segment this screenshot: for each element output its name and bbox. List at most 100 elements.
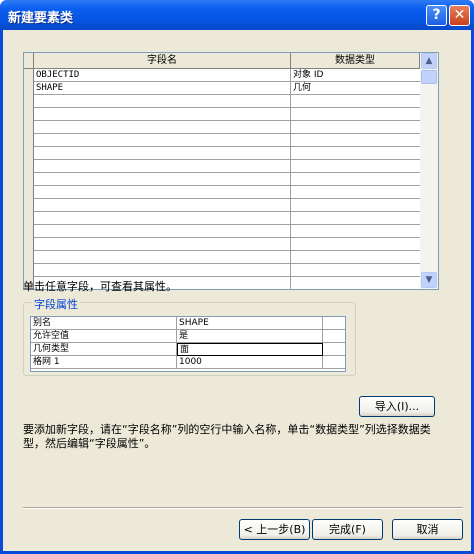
table-row-empty[interactable] [24,212,420,225]
table-row-empty[interactable] [24,160,420,173]
field-name-cell[interactable] [34,134,291,147]
row-header[interactable] [24,82,34,95]
field-name-cell[interactable]: SHAPE [34,82,291,95]
finish-button[interactable]: 完成(F) [312,519,383,540]
scroll-up-icon[interactable]: ▲ [421,53,437,69]
prop-value[interactable]: 1000 [177,356,323,369]
row-header[interactable] [24,264,34,277]
prop-row[interactable]: 别名 SHAPE [31,317,345,330]
data-type-cell[interactable] [291,225,420,238]
table-row-empty[interactable] [24,251,420,264]
table-row-empty[interactable] [24,121,420,134]
data-type-cell[interactable] [291,95,420,108]
header-field-name[interactable]: 字段名 [34,53,291,69]
data-type-cell[interactable]: 几何 [291,82,420,95]
data-type-cell[interactable] [291,212,420,225]
field-name-cell[interactable] [34,251,291,264]
data-type-cell[interactable] [291,264,420,277]
close-button[interactable]: ✕ [449,5,470,26]
row-header[interactable] [24,134,34,147]
back-button[interactable]: < 上一步(B) [239,519,310,540]
prop-extra [323,317,345,330]
table-row[interactable]: OBJECTID 对象 ID [24,69,420,82]
row-header[interactable] [24,186,34,199]
prop-row[interactable]: 格网 1 1000 [31,356,345,369]
data-type-cell[interactable] [291,134,420,147]
field-name-cell[interactable] [34,199,291,212]
row-header[interactable] [24,173,34,186]
header-data-type[interactable]: 数据类型 [291,53,420,69]
data-type-cell[interactable] [291,108,420,121]
data-type-cell[interactable]: 对象 ID [291,69,420,82]
row-header[interactable] [24,199,34,212]
hint-text: 单击任意字段，可查看其属性。 [23,280,177,293]
prop-row[interactable]: 允许空值 是 [31,330,345,343]
data-type-cell[interactable] [291,186,420,199]
title-bar[interactable]: 新建要素类 ? ✕ [0,0,474,30]
field-properties-table[interactable]: 别名 SHAPE 允许空值 是 几何类型 面 格网 1 1000 [30,316,346,372]
row-header[interactable] [24,147,34,160]
field-name-cell[interactable] [34,121,291,134]
field-properties-title: 字段属性 [32,296,80,312]
row-header[interactable] [24,121,34,134]
help-button[interactable]: ? [426,5,447,26]
separator [23,507,463,509]
row-header[interactable] [24,238,34,251]
prop-key: 允许空值 [31,330,177,343]
table-row-empty[interactable] [24,134,420,147]
table-row-empty[interactable] [24,108,420,121]
field-name-cell[interactable] [34,212,291,225]
table-row-empty[interactable] [24,95,420,108]
field-name-cell[interactable] [34,95,291,108]
table-row[interactable]: SHAPE 几何 [24,82,420,95]
table-row-empty[interactable] [24,199,420,212]
field-name-cell[interactable] [34,238,291,251]
prop-key: 格网 1 [31,356,177,369]
field-name-cell[interactable]: OBJECTID [34,69,291,82]
cancel-button[interactable]: 取消 [392,519,463,540]
field-name-cell[interactable] [34,264,291,277]
row-header[interactable] [24,160,34,173]
field-name-cell[interactable] [34,160,291,173]
data-type-cell[interactable] [291,147,420,160]
data-type-cell[interactable] [291,121,420,134]
table-row-empty[interactable] [24,238,420,251]
prop-extra [323,343,345,356]
description-text: 要添加新字段，请在“字段名称”列的空行中输入名称，单击“数据类型”列选择数据类型… [23,423,431,450]
row-header[interactable] [24,95,34,108]
field-name-cell[interactable] [34,147,291,160]
table-row-empty[interactable] [24,147,420,160]
data-type-cell[interactable] [291,238,420,251]
table-row-empty[interactable] [24,264,420,277]
prop-value[interactable]: 是 [177,330,323,343]
grid-scrollbar[interactable]: ▲ ▼ [420,53,438,289]
row-header[interactable] [24,108,34,121]
prop-key: 几何类型 [31,343,177,356]
row-header[interactable] [24,251,34,264]
field-name-cell[interactable] [34,225,291,238]
data-type-cell[interactable] [291,199,420,212]
fields-grid[interactable]: 字段名 数据类型 OBJECTID 对象 ID SHAPE 几何 ▲ ▼ [23,52,439,290]
row-header[interactable] [24,212,34,225]
data-type-cell[interactable] [291,160,420,173]
data-type-cell[interactable] [291,277,420,289]
row-header[interactable] [24,225,34,238]
window-title: 新建要素类 [8,11,74,26]
data-type-cell[interactable] [291,251,420,264]
prop-value[interactable]: SHAPE [177,317,323,330]
data-type-cell[interactable] [291,173,420,186]
table-row-empty[interactable] [24,173,420,186]
field-name-cell[interactable] [34,108,291,121]
scroll-thumb[interactable] [421,70,437,84]
field-name-cell[interactable] [34,186,291,199]
prop-value-editing[interactable]: 面 [177,343,323,356]
field-properties-group: 字段属性 别名 SHAPE 允许空值 是 几何类型 面 格网 1 1000 [23,296,356,376]
table-row-empty[interactable] [24,186,420,199]
table-row-empty[interactable] [24,225,420,238]
prop-row[interactable]: 几何类型 面 [31,343,345,356]
row-header[interactable] [24,69,34,82]
import-button[interactable]: 导入(I)... [359,396,435,417]
prop-key: 别名 [31,317,177,330]
scroll-down-icon[interactable]: ▼ [421,272,437,288]
field-name-cell[interactable] [34,173,291,186]
